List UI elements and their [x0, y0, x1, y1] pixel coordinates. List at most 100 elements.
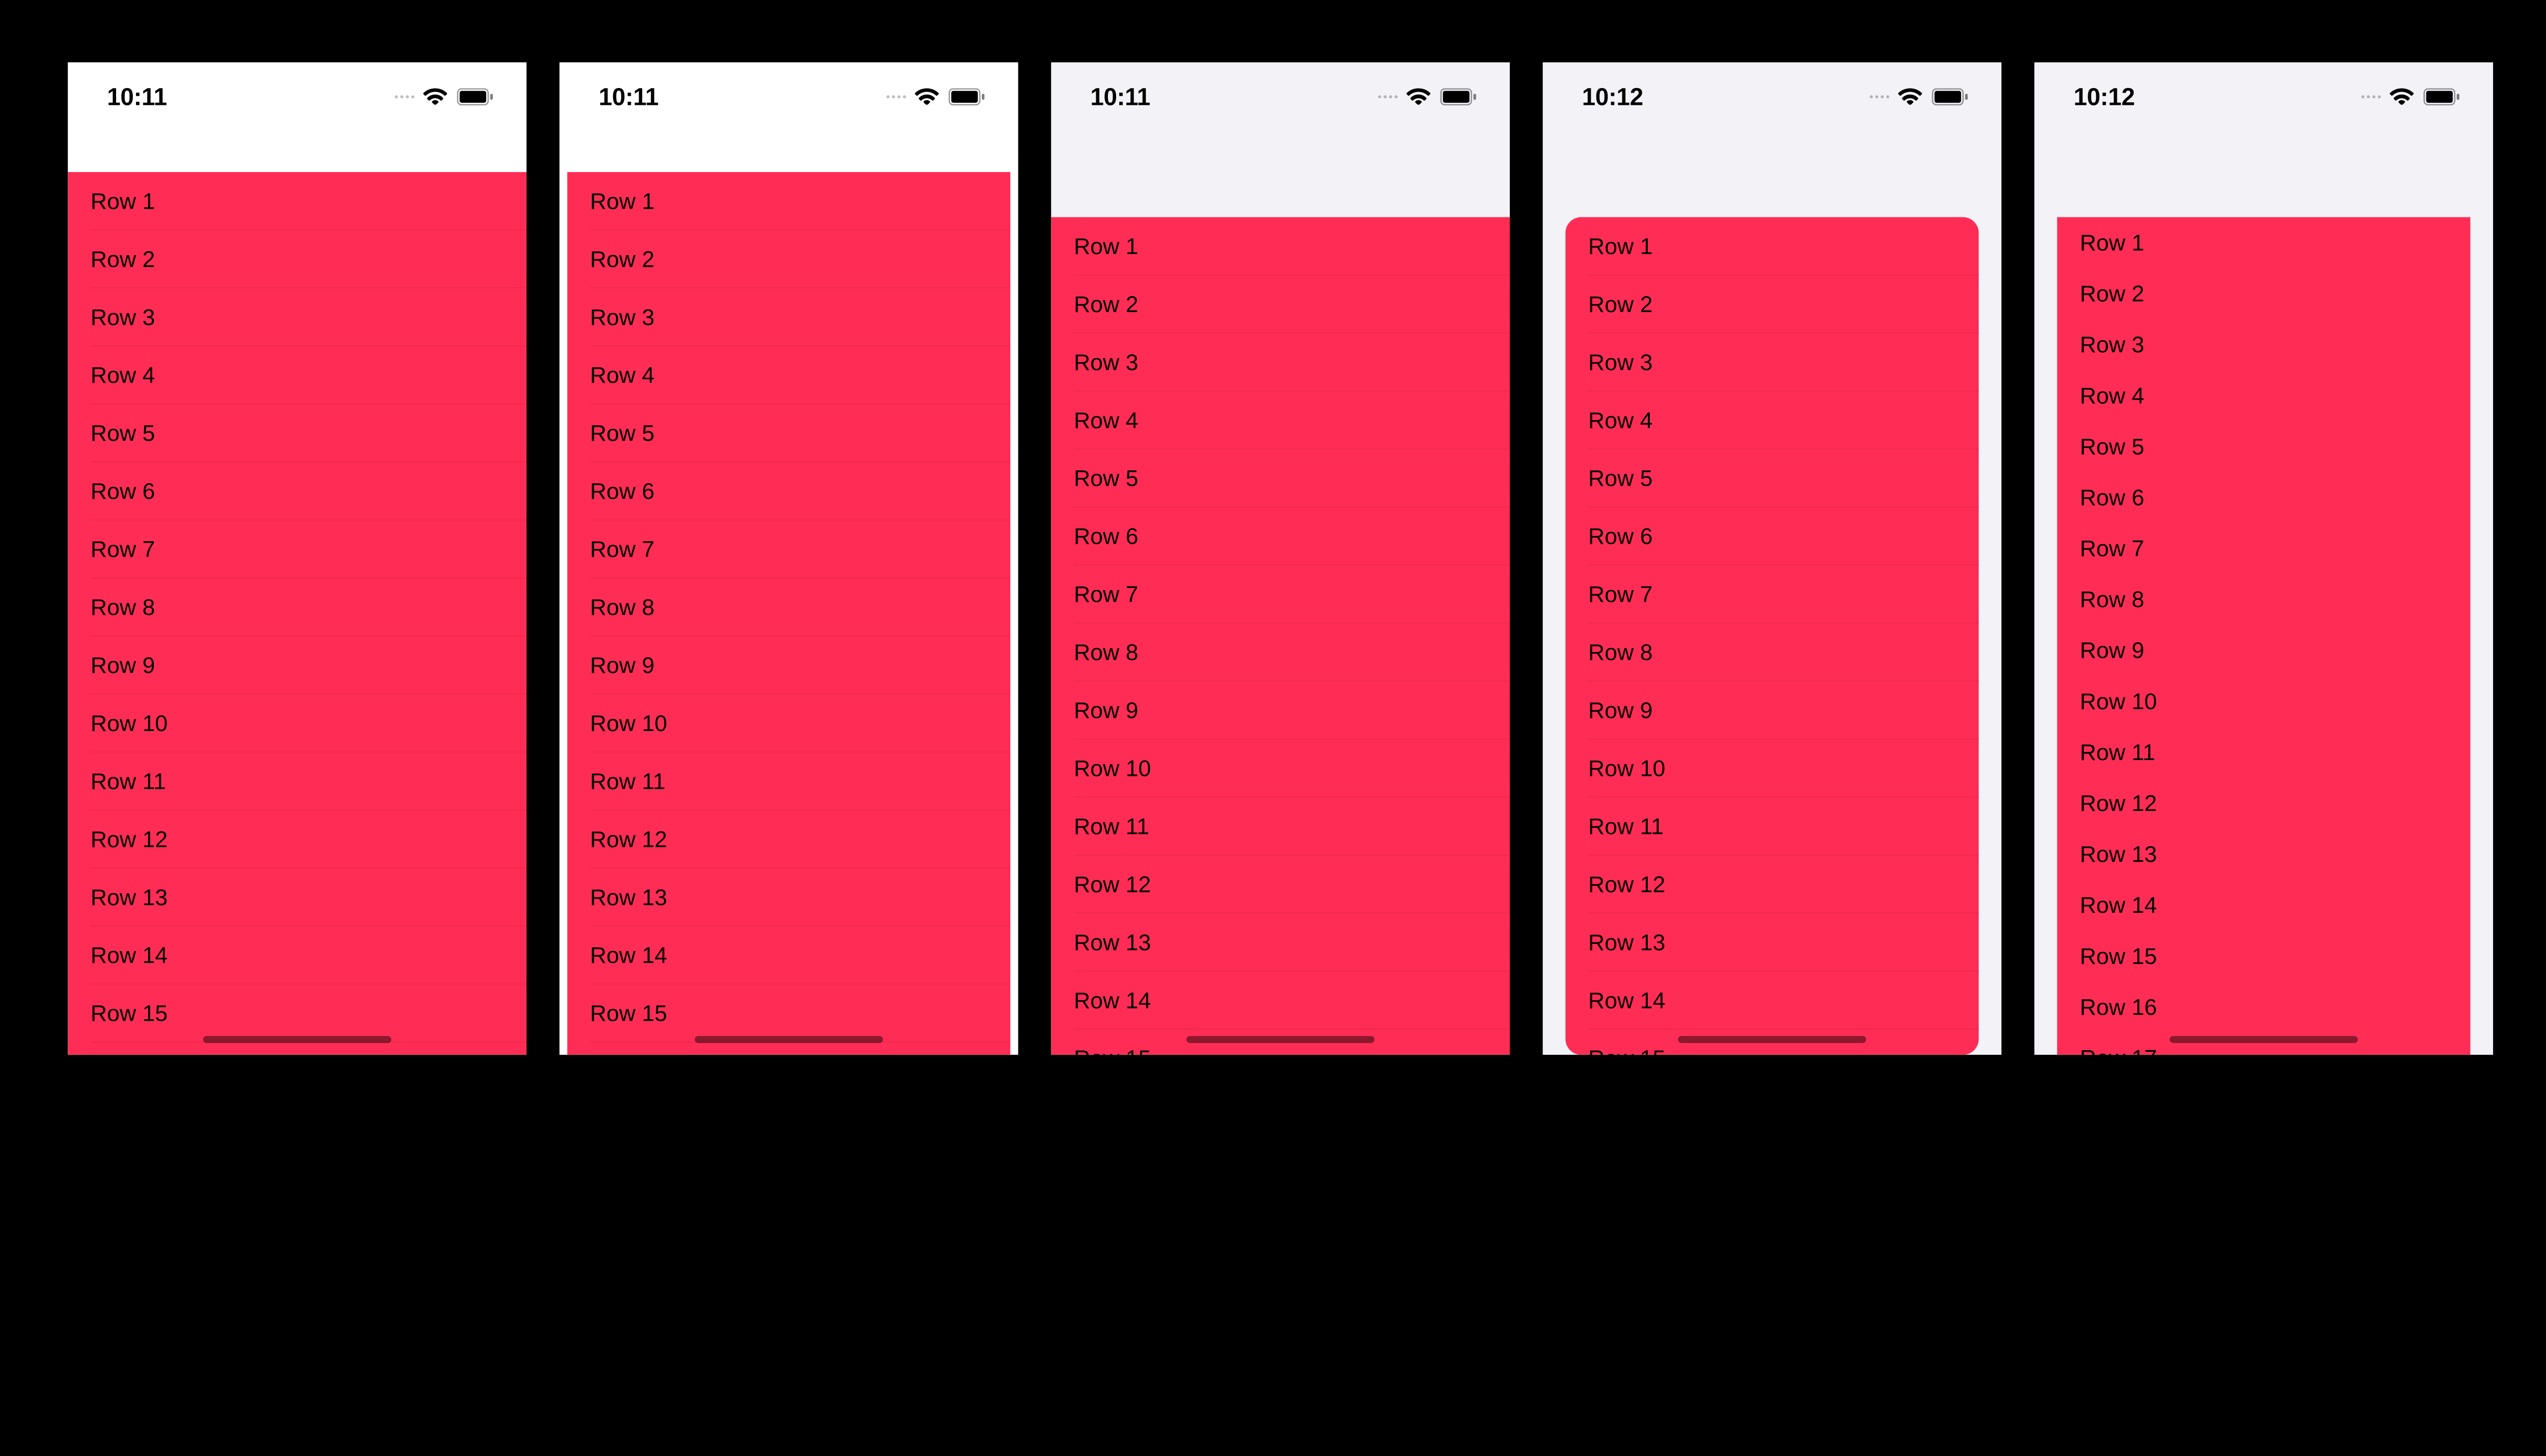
- list-row[interactable]: Row 14: [567, 926, 1010, 984]
- list-row[interactable]: Row 7: [567, 520, 1010, 578]
- list-row[interactable]: Row 11: [2057, 726, 2471, 777]
- list-row[interactable]: Row 2: [567, 230, 1010, 288]
- list-row[interactable]: Row 10: [1051, 739, 1510, 797]
- row-label: Row 2: [590, 246, 655, 272]
- list-row[interactable]: Row 3: [2057, 319, 2471, 370]
- list-row[interactable]: Row 12: [2057, 778, 2471, 829]
- list-row[interactable]: Row 13: [68, 868, 527, 926]
- list-row[interactable]: Row 8: [567, 578, 1010, 636]
- list-row[interactable]: Row 7: [1565, 565, 1979, 623]
- list-row[interactable]: Row 14: [2057, 880, 2471, 931]
- list-row[interactable]: Row 11: [1051, 797, 1510, 855]
- list-container[interactable]: Row 1 Row 2 Row 3Row 4Row 5Row 6 Row 7 Row 8…: [1051, 217, 1510, 1055]
- list-row[interactable]: Row 4: [68, 346, 527, 404]
- list-container[interactable]: Row 1Row 2 Row 3 Row 4 Row 5 Row 6Row 7Row 8…: [1565, 217, 1979, 1055]
- row-label: Row 5: [2080, 433, 2145, 460]
- list-row[interactable]: Row 1: [68, 172, 527, 230]
- list-row[interactable]: Row 3: [68, 288, 527, 346]
- list-row[interactable]: Row 12: [68, 810, 527, 868]
- list-row[interactable]: Row 3: [1565, 333, 1979, 391]
- list-row[interactable]: Row 11: [68, 752, 527, 810]
- list-row[interactable]: Row 14: [68, 926, 527, 984]
- list-row[interactable]: Row 2: [1051, 275, 1510, 333]
- list-container[interactable]: Row 1Row 2Row 3Row 4Row 5Row 6 Row 7 Row 8…: [68, 172, 527, 1055]
- home-indicator[interactable]: [695, 1036, 883, 1043]
- list-row[interactable]: Row 5: [2057, 421, 2471, 472]
- list-row[interactable]: Row 7: [1051, 565, 1510, 623]
- list-row[interactable]: Row 13: [1051, 913, 1510, 971]
- row-label: Row 7: [1074, 581, 1139, 607]
- list-row[interactable]: Row 15: [567, 984, 1010, 1042]
- home-indicator[interactable]: [1678, 1036, 1866, 1043]
- list-row[interactable]: Row 9: [1565, 681, 1979, 739]
- list-row[interactable]: Row 4: [1565, 391, 1979, 449]
- home-indicator[interactable]: [203, 1036, 392, 1043]
- list-row[interactable]: Row 6: [1565, 507, 1979, 565]
- list-row[interactable]: Row 9: [2057, 625, 2471, 676]
- list-row[interactable]: Row 12: [567, 810, 1010, 868]
- list-row[interactable]: Row 8: [1565, 623, 1979, 681]
- row-label: Row 8: [2080, 586, 2145, 612]
- list-row[interactable]: Row 10: [2057, 676, 2471, 726]
- list-row[interactable]: Row 1: [1565, 217, 1979, 275]
- list-row[interactable]: Row 1: [567, 172, 1010, 230]
- row-label: Row 7: [91, 536, 155, 563]
- list-row[interactable]: Row 1: [2057, 217, 2471, 268]
- row-label: Row 5: [1588, 465, 1653, 492]
- list-row[interactable]: Row 8: [2057, 574, 2471, 625]
- list-row[interactable]: Row 16: [567, 1042, 1010, 1055]
- list-container[interactable]: Row 1 Row 2 Row 3Row 4Row 5Row 6Row 7Row 8…: [567, 172, 1010, 1055]
- home-indicator[interactable]: [1186, 1036, 1375, 1043]
- list-row[interactable]: Row 10: [68, 694, 527, 752]
- list-row[interactable]: Row 14: [1051, 971, 1510, 1029]
- list-row[interactable]: Row 13: [1565, 913, 1979, 971]
- row-label: Row 3: [1588, 349, 1653, 376]
- list-row[interactable]: Row 4: [567, 346, 1010, 404]
- list-row[interactable]: Row 9: [567, 636, 1010, 694]
- list-row[interactable]: Row 6: [2057, 472, 2471, 523]
- row-label: Row 14: [1074, 987, 1151, 1014]
- list-row[interactable]: Row 2: [68, 230, 527, 288]
- list-row[interactable]: Row 8: [68, 578, 527, 636]
- row-label: Row 2: [1074, 291, 1139, 318]
- list-row[interactable]: Row 3: [567, 288, 1010, 346]
- list-row[interactable]: Row 8: [1051, 623, 1510, 681]
- list-row[interactable]: Row 11: [567, 752, 1010, 810]
- list-row[interactable]: Row 6: [567, 462, 1010, 520]
- list-row[interactable]: Row 12: [1565, 855, 1979, 913]
- list-row[interactable]: Row 14: [1565, 971, 1979, 1029]
- home-indicator[interactable]: [2170, 1036, 2358, 1043]
- row-label: Row 13: [1588, 929, 1665, 956]
- list-row[interactable]: Row 5: [68, 404, 527, 462]
- list-row[interactable]: Row 12: [1051, 855, 1510, 913]
- phone-screen: 10:12 Row 1Row 2Row 3Row 4Row 5Row 6Row …: [1543, 62, 2002, 1054]
- list-row[interactable]: Row 1: [1051, 217, 1510, 275]
- list-row[interactable]: Row 10: [1565, 739, 1979, 797]
- list-row[interactable]: Row 13: [2057, 829, 2471, 880]
- list-row[interactable]: Row 2: [1565, 275, 1979, 333]
- list-row[interactable]: Row 5: [1565, 449, 1979, 507]
- list-row[interactable]: Row 6: [1051, 507, 1510, 565]
- list-row[interactable]: Row 16: [68, 1042, 527, 1055]
- list-row[interactable]: Row 9: [68, 636, 527, 694]
- row-label: Row 15: [91, 1000, 168, 1027]
- list-row[interactable]: Row 6: [68, 462, 527, 520]
- list-row[interactable]: Row 13: [567, 868, 1010, 926]
- list-row[interactable]: Row 4: [1051, 391, 1510, 449]
- list-row[interactable]: Row 7: [68, 520, 527, 578]
- list-row[interactable]: Row 16: [2057, 982, 2471, 1032]
- list-row[interactable]: Row 2: [2057, 268, 2471, 319]
- row-label: Row 11: [1074, 813, 1149, 839]
- list-row[interactable]: Row 9: [1051, 681, 1510, 739]
- list-row[interactable]: Row 5: [1051, 449, 1510, 507]
- list-row[interactable]: Row 10: [567, 694, 1010, 752]
- list-row[interactable]: Row 15: [68, 984, 527, 1042]
- list-row[interactable]: Row 15: [2057, 931, 2471, 982]
- list-row[interactable]: Row 11: [1565, 797, 1979, 855]
- list-container[interactable]: Row 1Row 2Row 3Row 4 Row 5 Row 6Row 7 Row 8…: [2057, 217, 2471, 1055]
- list-row[interactable]: Row 4: [2057, 370, 2471, 421]
- battery-icon: [948, 88, 987, 105]
- list-row[interactable]: Row 5: [567, 404, 1010, 462]
- list-row[interactable]: Row 3: [1051, 333, 1510, 391]
- list-row[interactable]: Row 7: [2057, 523, 2471, 574]
